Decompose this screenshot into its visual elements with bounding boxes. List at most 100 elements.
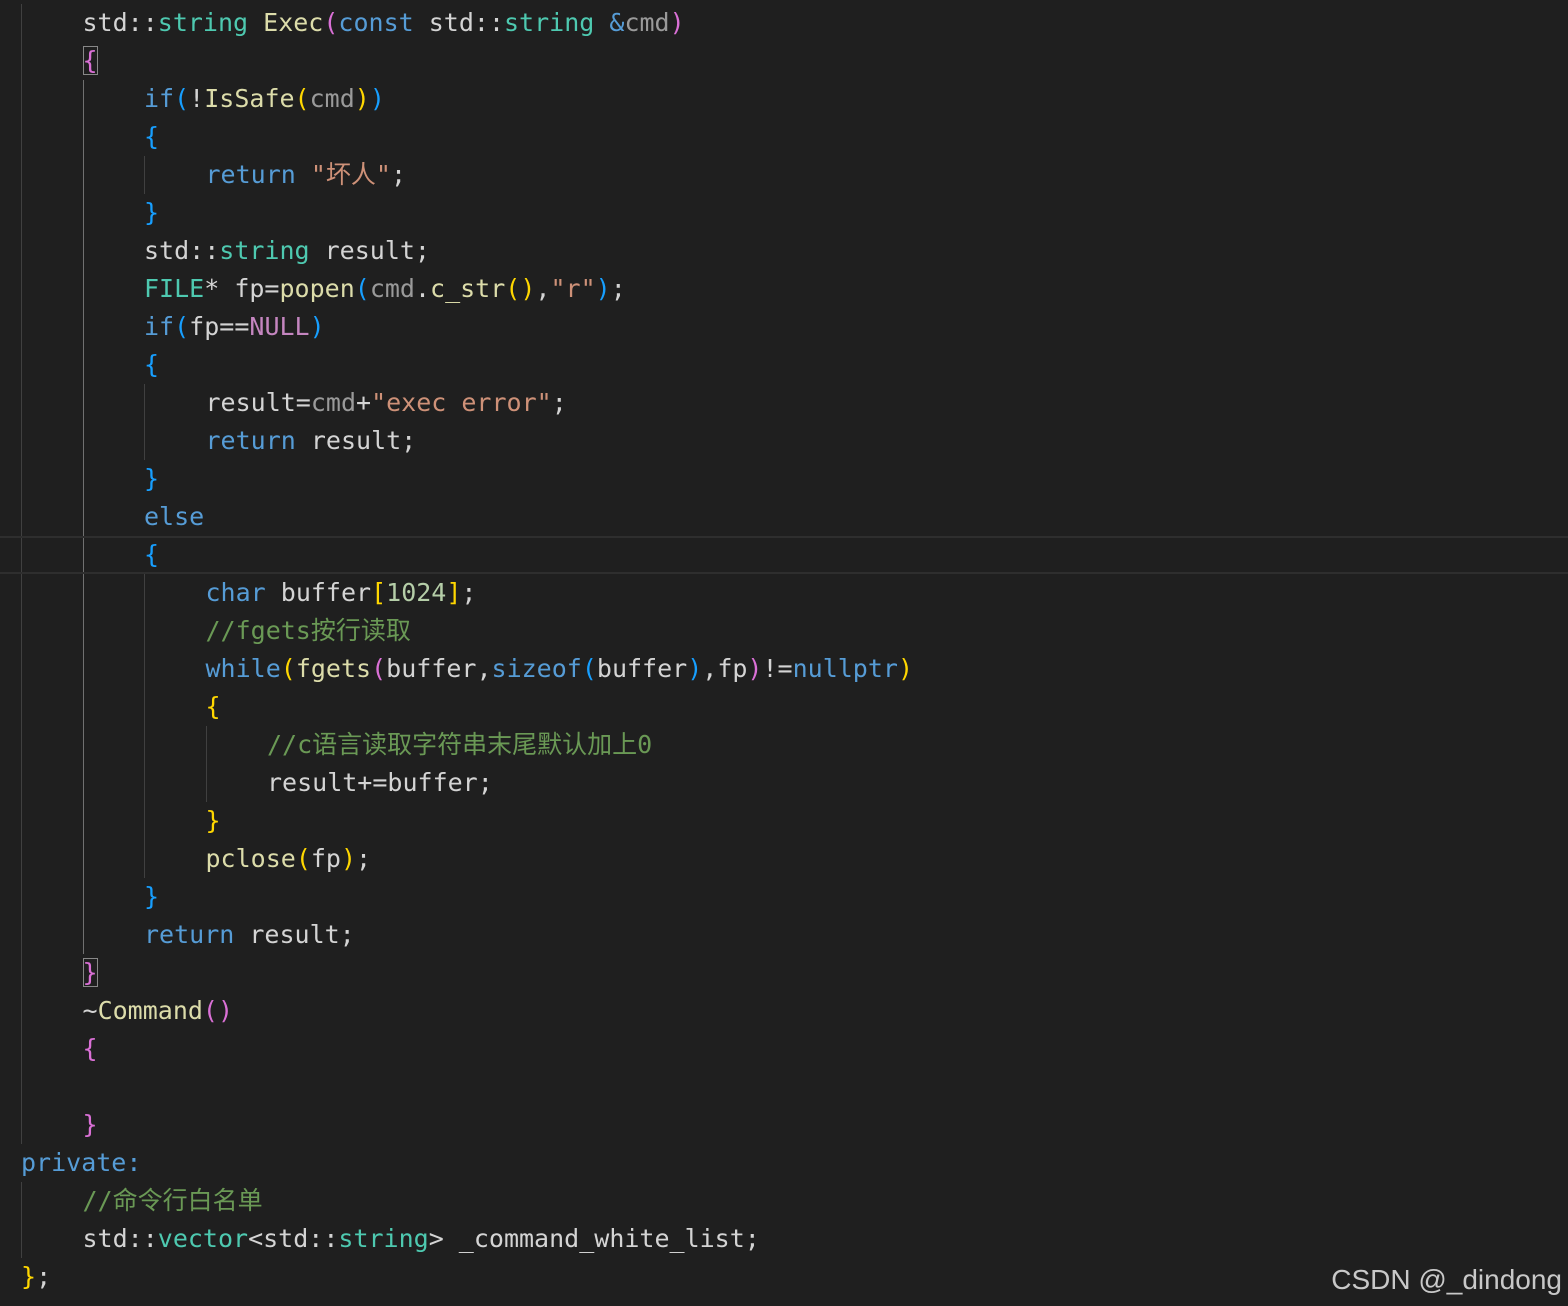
code-token: ) xyxy=(595,274,611,303)
code-token: cmd xyxy=(309,84,355,113)
code-token: result; xyxy=(309,236,430,265)
code-line[interactable]: { xyxy=(0,118,1568,156)
code-token: ; xyxy=(461,578,477,607)
code-line[interactable]: return result; xyxy=(0,422,1568,460)
code-line[interactable]: while(fgets(buffer,sizeof(buffer),fp)!=n… xyxy=(0,650,1568,688)
code-token: std:: xyxy=(413,8,504,37)
code-token: ) xyxy=(340,844,357,873)
code-token: "r" xyxy=(550,274,596,303)
code-token: * fp= xyxy=(204,274,280,303)
code-line[interactable]: private: xyxy=(0,1144,1568,1182)
code-token: ; xyxy=(36,1262,52,1291)
code-token: ,fp xyxy=(702,654,748,683)
code-token: ; xyxy=(551,388,567,417)
code-token: ) xyxy=(309,312,325,341)
code-line[interactable]: } xyxy=(0,802,1568,840)
code-token: } xyxy=(82,1110,98,1139)
code-editor[interactable]: std::string Exec(const std::string &cmd)… xyxy=(0,0,1568,1306)
code-line[interactable]: std::string Exec(const std::string &cmd) xyxy=(0,4,1568,42)
code-token: string xyxy=(338,1224,429,1253)
code-token: ( xyxy=(295,844,311,873)
code-line[interactable]: { xyxy=(0,42,1568,80)
code-line[interactable]: } xyxy=(0,1106,1568,1144)
code-token: ( xyxy=(294,84,310,113)
code-line[interactable]: { xyxy=(0,1030,1568,1068)
code-token: if xyxy=(144,312,175,341)
code-token: > _command_white_list; xyxy=(428,1224,760,1253)
code-token: //fgets按行读取 xyxy=(205,616,411,645)
code-token: vector xyxy=(157,1224,249,1253)
code-token: ~ xyxy=(82,996,98,1025)
code-line[interactable]: result+=buffer; xyxy=(0,764,1568,802)
code-token: std:: xyxy=(144,236,220,265)
code-token: & xyxy=(609,8,625,37)
code-token: NULL xyxy=(249,312,310,341)
code-token: ) xyxy=(369,84,385,113)
code-token: ( xyxy=(354,274,370,303)
code-token: private: xyxy=(21,1148,142,1177)
code-token: fgets xyxy=(295,654,372,683)
code-token: } xyxy=(21,1262,37,1291)
code-token: ) xyxy=(354,84,370,113)
code-line[interactable]: return "坏人"; xyxy=(0,156,1568,194)
code-line[interactable]: std::string result; xyxy=(0,232,1568,270)
code-line[interactable]: { xyxy=(0,346,1568,384)
code-token: buffer xyxy=(596,654,688,683)
code-token: std:: xyxy=(82,1224,158,1253)
code-token: 1024 xyxy=(386,578,447,607)
code-token: ( xyxy=(280,654,296,683)
code-token: fp== xyxy=(189,312,250,341)
code-token: { xyxy=(205,692,221,721)
code-line[interactable]: char buffer[1024]; xyxy=(0,574,1568,612)
code-line[interactable]: else xyxy=(0,498,1568,536)
code-token: "坏人" xyxy=(310,160,391,189)
code-token: != xyxy=(762,654,793,683)
code-token: cmd xyxy=(369,274,415,303)
code-token: ; xyxy=(610,274,626,303)
code-line[interactable]: FILE* fp=popen(cmd.c_str(),"r"); xyxy=(0,270,1568,308)
code-token: + xyxy=(356,388,372,417)
matched-bracket: { xyxy=(82,46,98,75)
code-line[interactable]: { xyxy=(0,536,1568,574)
code-line[interactable]: } xyxy=(0,194,1568,232)
code-line[interactable] xyxy=(0,1068,1568,1106)
code-line[interactable]: //c语言读取字符串末尾默认加上0 xyxy=(0,726,1568,764)
code-token: cmd xyxy=(624,8,670,37)
code-line[interactable]: } xyxy=(0,954,1568,992)
code-line[interactable]: if(!IsSafe(cmd)) xyxy=(0,80,1568,118)
code-token: c_str xyxy=(430,274,506,303)
code-token: //命令行白名单 xyxy=(82,1186,263,1215)
code-token: () xyxy=(202,996,234,1025)
code-token: result= xyxy=(205,388,311,417)
code-line[interactable]: if(fp==NULL) xyxy=(0,308,1568,346)
code-token: popen xyxy=(279,274,355,303)
code-line[interactable]: ~Command() xyxy=(0,992,1568,1030)
code-token: } xyxy=(205,806,221,835)
code-token: string xyxy=(219,236,310,265)
code-line[interactable]: std::vector<std::string> _command_white_… xyxy=(0,1220,1568,1258)
code-line[interactable]: } xyxy=(0,878,1568,916)
code-token: const xyxy=(338,8,414,37)
code-token: [ xyxy=(371,578,387,607)
code-token: buffer, xyxy=(386,654,492,683)
code-token: pclose xyxy=(205,844,296,873)
code-line[interactable]: } xyxy=(0,460,1568,498)
code-token: ; xyxy=(390,160,407,189)
code-token: ) xyxy=(687,654,703,683)
code-token: ( xyxy=(174,84,190,113)
code-token: ) xyxy=(747,654,763,683)
code-token: nullptr xyxy=(792,654,898,683)
csdn-watermark: CSDN @_dindong xyxy=(1331,1264,1562,1295)
code-line[interactable]: //fgets按行读取 xyxy=(0,612,1568,650)
code-token: while xyxy=(205,654,281,683)
code-token: ( xyxy=(581,654,597,683)
code-token: if xyxy=(144,84,175,113)
code-token: ! xyxy=(189,84,205,113)
code-line[interactable]: //命令行白名单 xyxy=(0,1182,1568,1220)
code-line[interactable]: pclose(fp); xyxy=(0,840,1568,878)
code-line[interactable]: { xyxy=(0,688,1568,726)
code-line[interactable]: result=cmd+"exec error"; xyxy=(0,384,1568,422)
code-line[interactable]: return result; xyxy=(0,916,1568,954)
